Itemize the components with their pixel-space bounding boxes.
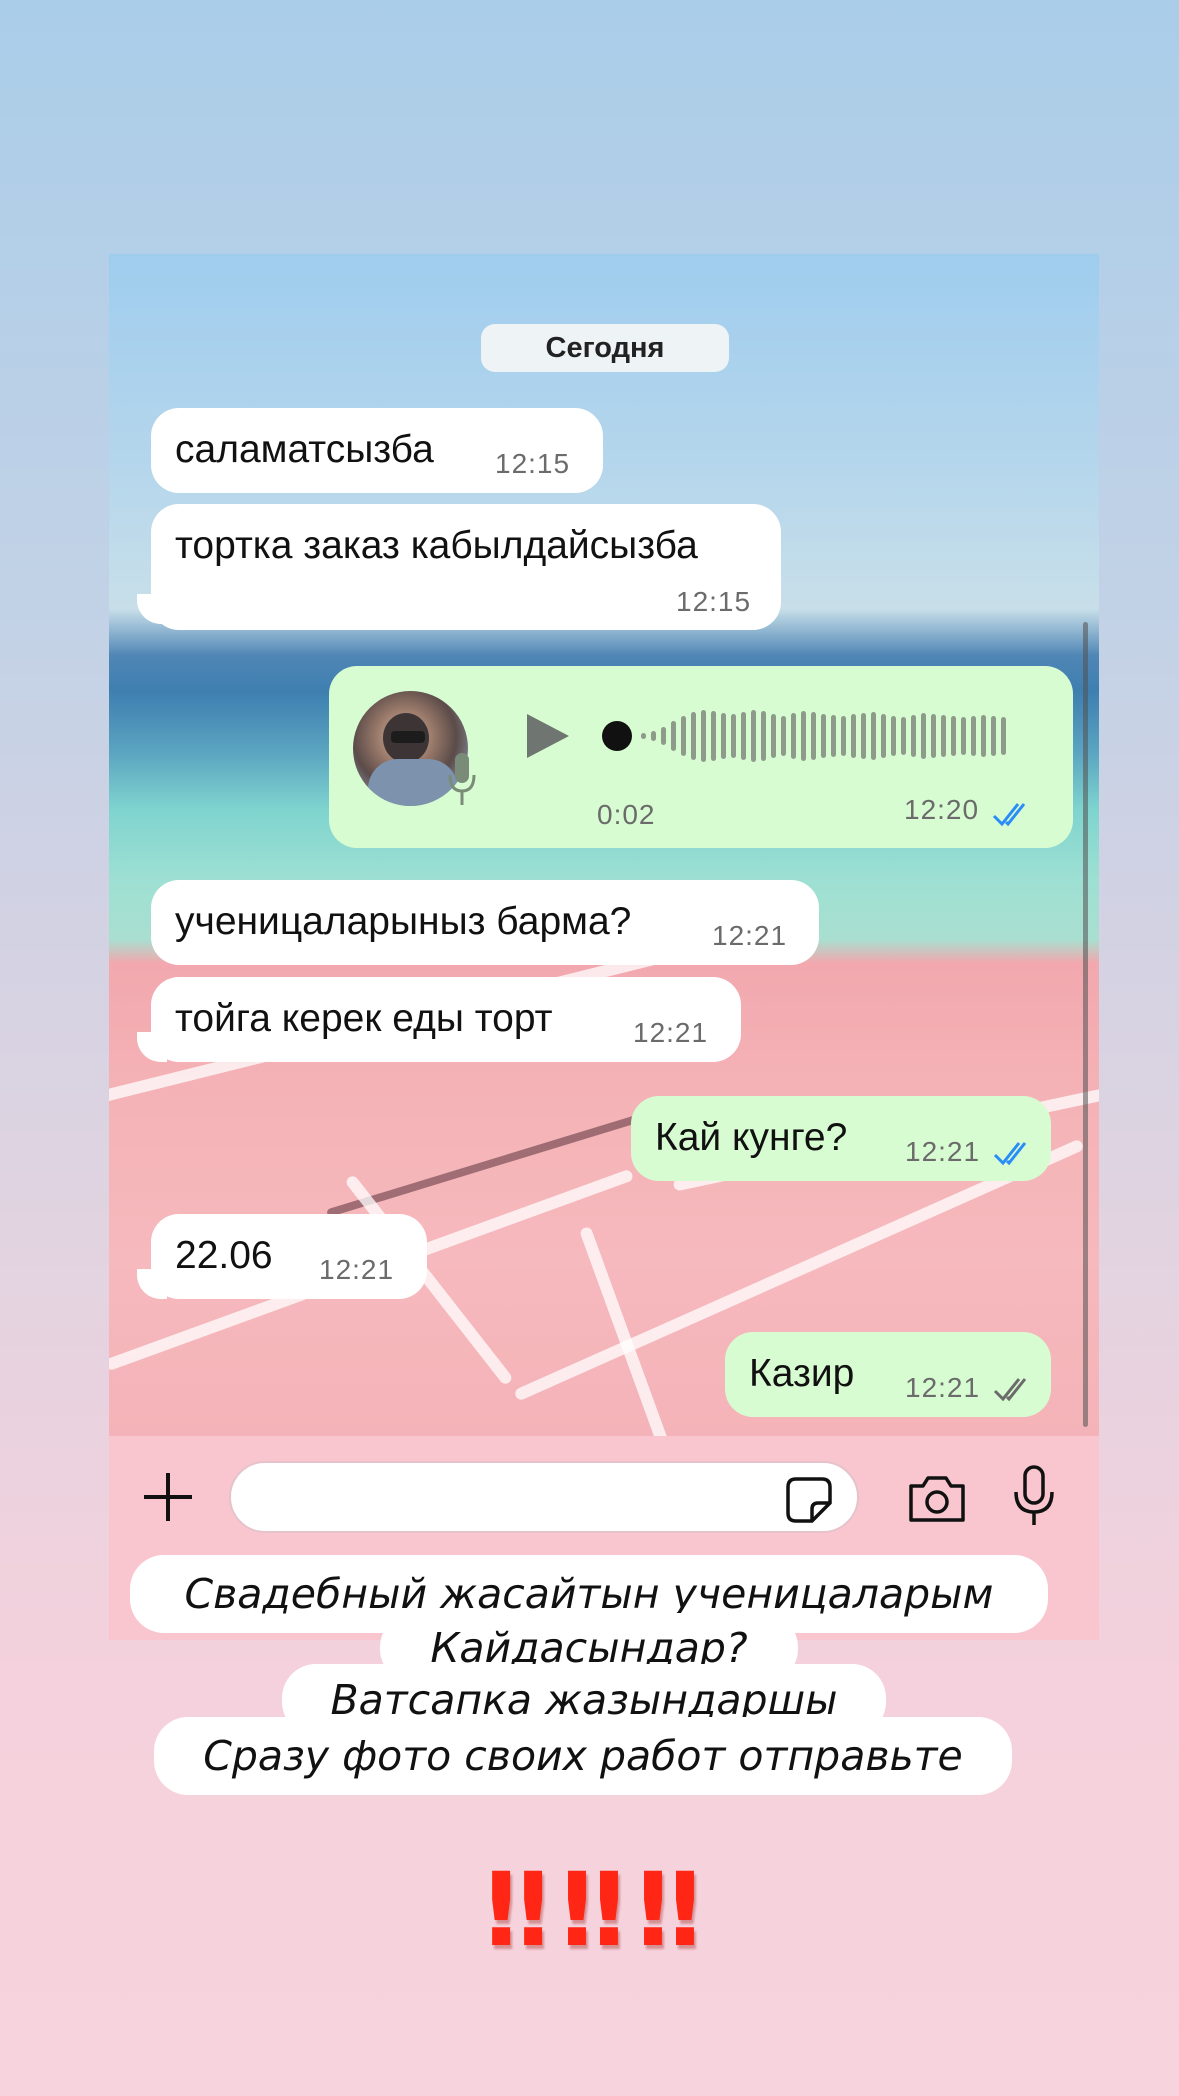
message-input[interactable] [229, 1461, 859, 1533]
date-separator: Сегодня [481, 324, 729, 372]
waveform-bar [901, 717, 906, 755]
waveform-bar [721, 713, 726, 759]
double-exclamation-icons: ‼ ‼ ‼ [440, 1851, 740, 1970]
waveform-bar [911, 715, 916, 757]
waveform-bar [871, 712, 876, 760]
waveform-bar [821, 714, 826, 758]
waveform-bar [831, 715, 836, 757]
waveform-bar [771, 714, 776, 758]
plus-icon[interactable] [141, 1470, 195, 1524]
message-text: ученицаларыныз барма? [175, 900, 632, 943]
waveform-bar [801, 711, 806, 761]
message-time: 12:21 [905, 1372, 981, 1403]
message-text: тойга керек еды торт [175, 997, 553, 1040]
waveform-bar [761, 711, 766, 761]
incoming-message[interactable]: тортка заказ кабылдайсызба 12:15 [151, 504, 781, 630]
waveform-bar [921, 713, 926, 759]
waveform[interactable] [601, 704, 1011, 768]
waveform-bar [851, 714, 856, 758]
waveform-bar [841, 716, 846, 756]
read-checks-icon [993, 1142, 1027, 1166]
message-time: 12:21 [633, 1017, 709, 1048]
incoming-message[interactable]: 22.06 12:21 [151, 1214, 427, 1299]
microphone-icon [448, 753, 476, 805]
message-time: 12:20 [904, 794, 980, 825]
waveform-bar [671, 721, 676, 751]
waveform-bar [751, 710, 756, 762]
waveform-bar [991, 716, 996, 756]
message-time: 12:21 [712, 920, 788, 951]
waveform-bar [951, 716, 956, 756]
waveform-bar [681, 716, 686, 756]
sticker-icon[interactable] [786, 1477, 832, 1523]
waveform-bar [891, 716, 896, 756]
waveform-bar [881, 714, 886, 758]
message-time: 12:15 [676, 586, 752, 617]
waveform-bar [651, 731, 656, 741]
caption-line: Сразу фото своих работ отправьте [154, 1717, 1012, 1795]
waveform-bar [661, 727, 666, 745]
message-text: тортка заказ кабылдайсызба [175, 524, 698, 567]
waveform-bar [941, 715, 946, 757]
double-exclamation-icon: ‼ [636, 1851, 701, 1970]
chat-screenshot: Сегодня саламатсызба 12:15 тортка заказ … [109, 254, 1099, 1640]
waveform-bar [781, 716, 786, 756]
chat-scrollbar[interactable] [1083, 622, 1088, 1427]
waveform-bar [731, 714, 736, 758]
message-text: 22.06 [175, 1234, 273, 1277]
waveform-bar [791, 713, 796, 759]
waveform-bar [641, 733, 646, 739]
message-text: Казир [749, 1352, 855, 1395]
message-time: 12:15 [495, 448, 571, 479]
voice-message[interactable]: 0:02 12:20 [329, 666, 1073, 848]
waveform-bar [741, 712, 746, 760]
waveform-bar [981, 715, 986, 757]
double-exclamation-icon: ‼ [561, 1851, 625, 1970]
incoming-message[interactable]: ученицаларыныз барма? 12:21 [151, 880, 819, 965]
incoming-message[interactable]: саламатсызба 12:15 [151, 408, 603, 493]
double-exclamation-icon: ‼ [485, 1851, 549, 1970]
message-time: 12:21 [905, 1136, 981, 1167]
outgoing-message[interactable]: Казир 12:21 [725, 1332, 1051, 1417]
camera-icon[interactable] [907, 1474, 967, 1524]
waveform-bar [971, 716, 976, 756]
waveform-bar [931, 714, 936, 758]
waveform-bar [711, 711, 716, 761]
waveform-bar [961, 717, 966, 755]
voice-duration: 0:02 [597, 799, 656, 830]
waveform-bar [691, 712, 696, 760]
read-checks-icon [992, 803, 1026, 827]
play-icon[interactable] [525, 711, 571, 761]
delivered-checks-icon [993, 1378, 1027, 1402]
message-text: саламатсызба [175, 428, 434, 471]
waveform-bar [1001, 717, 1006, 755]
outgoing-message[interactable]: Кай кунге? 12:21 [631, 1096, 1051, 1181]
message-time: 12:21 [319, 1254, 395, 1285]
message-text: Кай кунге? [655, 1116, 848, 1159]
microphone-icon[interactable] [1011, 1464, 1057, 1528]
waveform-bar [861, 713, 866, 759]
incoming-message[interactable]: тойга керек еды торт 12:21 [151, 977, 741, 1062]
waveform-bar [811, 712, 816, 760]
waveform-bar [701, 710, 706, 762]
